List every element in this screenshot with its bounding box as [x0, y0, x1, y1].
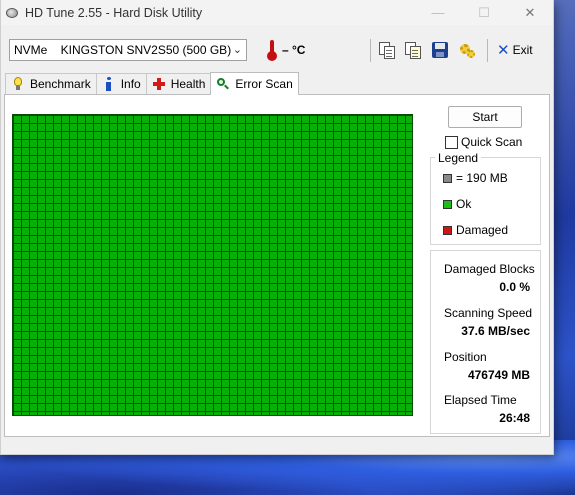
toolbar-divider: [370, 39, 371, 62]
legend-item: Ok: [443, 197, 471, 211]
start-button[interactable]: Start: [448, 106, 522, 128]
app-window: HD Tune 2.55 - Hard Disk Utility — ☐ ✕ N…: [0, 0, 554, 455]
minimize-button[interactable]: —: [415, 0, 461, 25]
damaged-blocks-label: Damaged Blocks: [444, 262, 535, 276]
legend-swatch-block-size: [443, 173, 452, 183]
elapsed-time-label: Elapsed Time: [444, 393, 517, 407]
tab-label: Info: [120, 77, 141, 91]
tab-error-scan[interactable]: Error Scan: [210, 72, 299, 95]
drive-select-value: NVMe KINGSTON SNV2S50 (500 GB): [14, 43, 232, 57]
scan-stats-group: Damaged Blocks 0.0 % Scanning Speed 37.6…: [430, 250, 541, 434]
maximize-button[interactable]: ☐: [461, 0, 507, 25]
save-icon[interactable]: [431, 41, 449, 59]
legend-item: = 190 MB: [443, 171, 508, 185]
tab-label: Health: [170, 77, 206, 91]
exit-icon: ✕: [497, 41, 510, 59]
temperature-readout: – °C: [282, 43, 306, 57]
drive-select[interactable]: NVMe KINGSTON SNV2S50 (500 GB) ⌄: [9, 39, 247, 61]
error-scan-panel: Start Quick Scan Legend = 190 MB Ok Dama…: [4, 94, 550, 437]
tab-label: Benchmark: [30, 77, 91, 91]
checkbox-box[interactable]: [445, 135, 458, 149]
position-label: Position: [444, 350, 487, 364]
toolbar-divider: [487, 39, 488, 62]
health-cross-icon: [152, 77, 166, 91]
legend-swatch-damaged: [443, 225, 452, 235]
thermometer-icon: [267, 40, 277, 61]
legend-group: Legend = 190 MB Ok Damaged: [430, 151, 541, 245]
scanning-speed-value: 37.6 MB/sec: [461, 324, 530, 338]
tab-strip: Benchmark Info Health Error Scan: [5, 72, 299, 95]
elapsed-time-value: 26:48: [499, 411, 530, 425]
tab-info[interactable]: Info: [95, 73, 147, 94]
quick-scan-checkbox[interactable]: Quick Scan: [445, 135, 522, 149]
magnifier-icon: [216, 77, 230, 91]
legend-label: = 190 MB: [456, 171, 508, 185]
damaged-blocks-value: 0.0 %: [499, 280, 530, 294]
legend-label: Damaged: [456, 223, 509, 237]
info-icon: [102, 77, 116, 91]
window-title: HD Tune 2.55 - Hard Disk Utility: [25, 5, 203, 20]
lightbulb-icon: [11, 77, 25, 91]
scanning-speed-label: Scanning Speed: [444, 306, 533, 320]
copy-info-icon[interactable]: [378, 41, 396, 59]
copy-screenshot-icon[interactable]: [404, 41, 422, 59]
hd-tune-app-icon: [5, 6, 19, 20]
block-map-grid: [12, 114, 413, 416]
title-bar[interactable]: HD Tune 2.55 - Hard Disk Utility — ☐ ✕: [1, 0, 553, 25]
legend-swatch-ok: [443, 199, 452, 209]
legend-item: Damaged: [443, 223, 508, 237]
tab-label: Error Scan: [235, 77, 293, 91]
exit-label: Exit: [512, 43, 533, 57]
legend-title: Legend: [435, 151, 482, 165]
exit-button[interactable]: ✕ Exit: [497, 41, 533, 59]
position-value: 476749 MB: [467, 368, 530, 382]
chevron-down-icon: ⌄: [232, 44, 242, 56]
tab-health[interactable]: Health: [145, 73, 212, 94]
legend-label: Ok: [456, 197, 472, 211]
close-button[interactable]: ✕: [507, 0, 553, 25]
options-icon[interactable]: [458, 41, 476, 59]
tab-benchmark[interactable]: Benchmark: [5, 73, 97, 94]
quick-scan-label: Quick Scan: [461, 135, 523, 149]
toolbar: NVMe KINGSTON SNV2S50 (500 GB) ⌄ – °C ✕ …: [1, 30, 553, 70]
